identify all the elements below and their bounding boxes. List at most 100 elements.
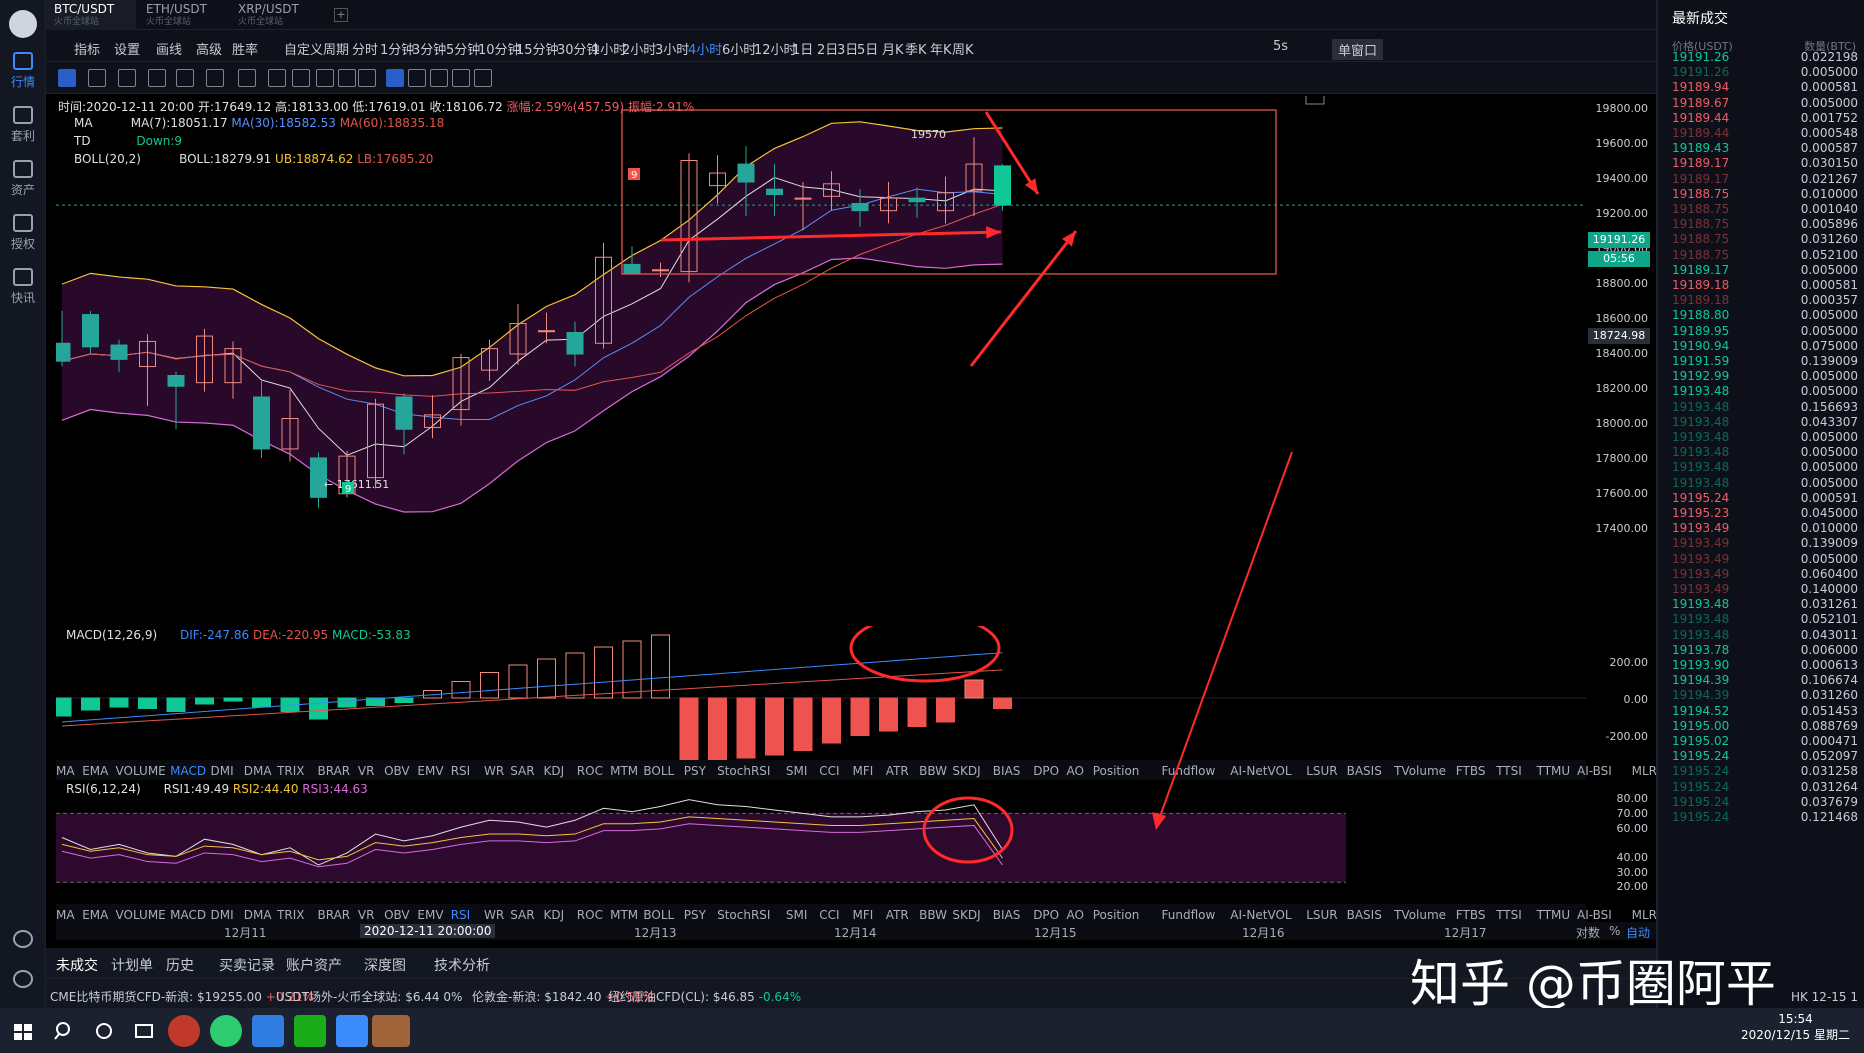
- line-icon[interactable]: [118, 69, 136, 87]
- add-tab-button[interactable]: +: [334, 8, 348, 22]
- period-option[interactable]: 指标: [74, 39, 100, 58]
- percent-scale-toggle[interactable]: %: [1609, 924, 1620, 938]
- indicator-option[interactable]: VR: [358, 764, 375, 778]
- indicator-option[interactable]: CCI: [819, 764, 839, 778]
- period-option[interactable]: 10分钟: [478, 39, 521, 58]
- crosshair-icon[interactable]: [58, 69, 76, 87]
- period-option[interactable]: 季K: [905, 39, 927, 58]
- indicator-option[interactable]: AI-NetVOL: [1230, 764, 1291, 778]
- period-option[interactable]: 月K: [882, 39, 904, 58]
- indicator-option[interactable]: MACD: [170, 908, 206, 922]
- ticker-item[interactable]: USDT场外-火币全球站: $6.44 0%: [276, 988, 462, 1005]
- indicator-option[interactable]: MACD: [170, 764, 206, 778]
- indicator-option[interactable]: SAR: [510, 908, 534, 922]
- bottom-tab[interactable]: 买卖记录: [219, 955, 275, 975]
- period-option[interactable]: 自定义周期: [284, 39, 349, 58]
- period-option[interactable]: 年K: [930, 39, 952, 58]
- bottom-tab[interactable]: 计划单: [111, 955, 153, 975]
- indicator-option[interactable]: MA: [56, 908, 75, 922]
- indicator-option[interactable]: TTSI: [1496, 908, 1522, 922]
- period-option[interactable]: 1日: [792, 39, 813, 58]
- period-option[interactable]: 画线: [156, 39, 182, 58]
- refresh-interval[interactable]: 5s: [1273, 39, 1288, 54]
- period-option[interactable]: 4小时: [688, 39, 722, 58]
- indicator-option[interactable]: ROC: [577, 908, 603, 922]
- period-option[interactable]: 高级: [196, 39, 222, 58]
- indicator-option[interactable]: DMI: [211, 908, 234, 922]
- windows-start-icon[interactable]: [8, 1015, 38, 1047]
- period-option[interactable]: 5日: [857, 39, 878, 58]
- brush-icon[interactable]: [292, 69, 310, 87]
- indicator-option[interactable]: DMA: [244, 764, 272, 778]
- period-option[interactable]: 6小时: [722, 39, 756, 58]
- bottom-tab[interactable]: 历史: [166, 955, 194, 975]
- indicator-option[interactable]: BBW: [919, 764, 947, 778]
- indicator-option[interactable]: TVolume: [1394, 908, 1446, 922]
- sidebar-item-authorize[interactable]: 授权: [0, 214, 46, 252]
- indicator-option[interactable]: OBV: [384, 908, 410, 922]
- wechat-icon[interactable]: [294, 1015, 326, 1047]
- text-icon[interactable]: [268, 69, 286, 87]
- trash-icon[interactable]: [474, 69, 492, 87]
- indicator-option[interactable]: SMI: [786, 764, 808, 778]
- qq-icon[interactable]: [168, 1015, 200, 1047]
- pattern-icon[interactable]: [386, 69, 404, 87]
- search-icon[interactable]: [48, 1015, 80, 1047]
- period-option[interactable]: 15分钟: [516, 39, 559, 58]
- indicator-option[interactable]: AO: [1067, 764, 1084, 778]
- settings-gear-icon[interactable]: [0, 970, 46, 991]
- indicator-option[interactable]: CCI: [819, 908, 839, 922]
- indicator-option[interactable]: OBV: [384, 764, 410, 778]
- ruler-icon[interactable]: [88, 69, 106, 87]
- indicator-option[interactable]: EMV: [417, 908, 443, 922]
- indicator-option[interactable]: FTBS: [1456, 908, 1486, 922]
- indicator-option[interactable]: WR: [484, 764, 504, 778]
- eraser-icon[interactable]: [338, 69, 356, 87]
- sidebar-item-assets[interactable]: 资产: [0, 160, 46, 198]
- period-option[interactable]: 5分钟: [446, 39, 480, 58]
- indicator-option[interactable]: EMA: [82, 908, 108, 922]
- indicator-option[interactable]: MLR: [1632, 908, 1657, 922]
- indicator-option[interactable]: VOLUME: [116, 764, 166, 778]
- period-option[interactable]: 3分钟: [412, 39, 446, 58]
- indicator-option[interactable]: BOLL: [643, 764, 674, 778]
- trading-app-icon[interactable]: [252, 1015, 284, 1047]
- indicator-option[interactable]: AO: [1067, 908, 1084, 922]
- indicator-option[interactable]: BASIS: [1347, 764, 1382, 778]
- indicator-option[interactable]: LSUR: [1306, 764, 1337, 778]
- window-mode-select[interactable]: 单窗口: [1332, 39, 1384, 60]
- indicator-option[interactable]: Fundflow: [1162, 908, 1216, 922]
- indicator-option[interactable]: TRIX: [277, 908, 304, 922]
- bottom-tab[interactable]: 深度图: [364, 955, 406, 975]
- diamond-icon[interactable]: [0, 930, 46, 951]
- magnet-icon[interactable]: [316, 69, 334, 87]
- indicator-option[interactable]: RSI: [451, 764, 471, 778]
- indicator-option[interactable]: SMI: [786, 908, 808, 922]
- indicator-option[interactable]: EMV: [417, 764, 443, 778]
- rsi-chart[interactable]: [56, 780, 1586, 908]
- wave-icon[interactable]: [206, 69, 224, 87]
- indicator-option[interactable]: DMI: [211, 764, 234, 778]
- indicator-option[interactable]: SKDJ: [952, 908, 980, 922]
- indicator-option[interactable]: DMA: [244, 908, 272, 922]
- indicator-option[interactable]: PSY: [684, 764, 706, 778]
- indicator-option[interactable]: ROC: [577, 764, 603, 778]
- indicator-option[interactable]: Fundflow: [1162, 764, 1216, 778]
- candlestick-chart[interactable]: 19570← 17611.5199: [56, 96, 1586, 626]
- tab-btc-usdt[interactable]: BTC/USDT 火币全球站: [46, 0, 136, 30]
- rect-icon[interactable]: [148, 69, 166, 87]
- indicator-option[interactable]: KDJ: [544, 908, 565, 922]
- indicator-option[interactable]: BBW: [919, 908, 947, 922]
- indicator-option[interactable]: MFI: [853, 764, 874, 778]
- indicator-option[interactable]: TTMU: [1537, 764, 1571, 778]
- indicator-option[interactable]: StochRSI: [717, 908, 770, 922]
- cortana-icon[interactable]: [88, 1015, 120, 1047]
- system-clock[interactable]: 15:54 2020/12/15 星期二: [1741, 1012, 1850, 1043]
- feishu-icon[interactable]: [336, 1015, 368, 1047]
- indicator-option[interactable]: SKDJ: [952, 764, 980, 778]
- period-option[interactable]: 1分钟: [380, 39, 414, 58]
- indicator-option[interactable]: EMA: [82, 764, 108, 778]
- macd-panel[interactable]: MACD(12,26,9) DIF:-247.86 DEA:-220.95 MA…: [56, 626, 1586, 760]
- lock-icon[interactable]: [408, 69, 426, 87]
- indicator-option[interactable]: FTBS: [1456, 764, 1486, 778]
